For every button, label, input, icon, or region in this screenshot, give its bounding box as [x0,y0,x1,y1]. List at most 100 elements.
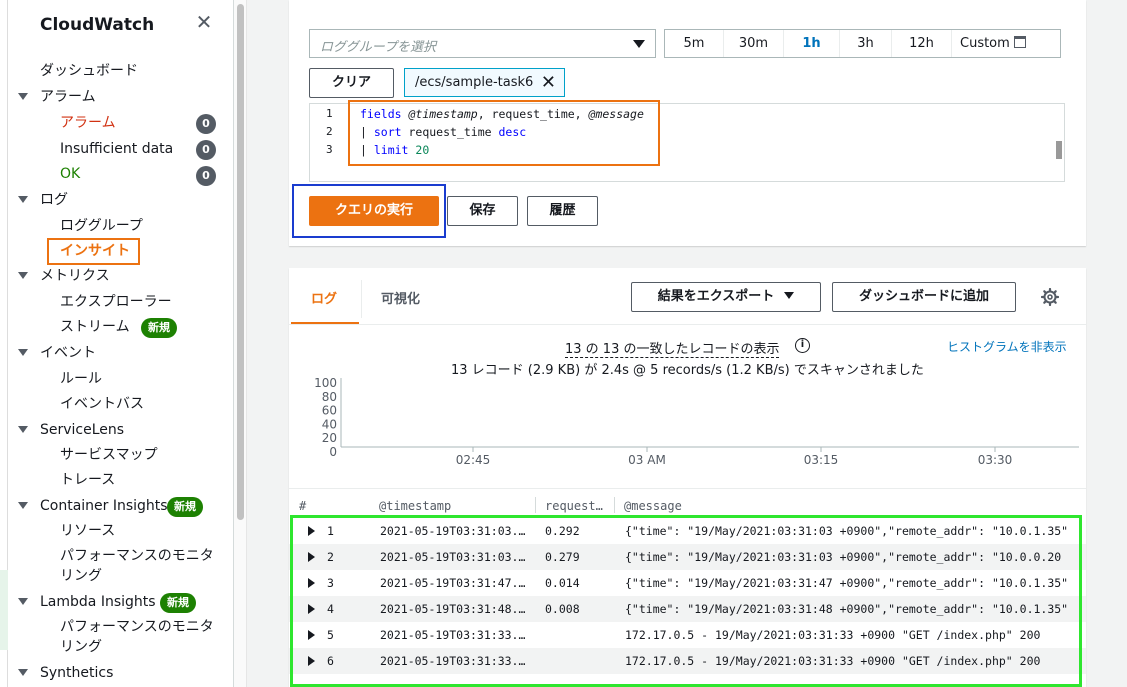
table-header: # @timestamp request… @message [289,488,1086,518]
column-resize-handle[interactable] [614,497,615,513]
export-results-button[interactable]: 結果をエクスポート [631,282,821,312]
sidebar-title: CloudWatch [40,15,155,35]
caret-down-icon[interactable] [18,272,28,279]
sidebar-section-alarm[interactable]: アラーム [40,88,96,106]
sidebar-item-resources[interactable]: リソース [60,522,115,540]
save-button[interactable]: 保存 [447,196,518,226]
selected-log-group-tag: /ecs/sample-task6 ✕ [404,68,565,97]
query-panel: ロググループを選択 5m 30m 1h 3h 12h Custom クリア /e… [289,0,1086,246]
caret-down-icon[interactable] [18,349,28,356]
sidebar-item-performance-monitoring[interactable]: パフォーマンスのモニタ [60,547,214,565]
time-option-custom[interactable]: Custom [952,30,1060,57]
sidebar: CloudWatch ✕ ダッシュボード アラーム アラーム 0 Insuffi… [8,0,234,687]
sidebar-section-logs[interactable]: ログ [40,191,68,209]
sidebar-item-alarm[interactable]: アラーム [60,114,116,132]
caret-down-icon[interactable] [18,669,28,676]
history-button[interactable]: 履歴 [527,196,598,226]
y-tick-label: 80 [322,390,337,404]
column-header-timestamp[interactable]: @timestamp [379,499,451,513]
query-highlight-box [348,100,660,166]
run-button-highlight-box [292,184,446,238]
x-tick-label: 02:45 [456,453,491,467]
sidebar-item-explorer[interactable]: エクスプローラー [60,293,172,311]
time-option-30m[interactable]: 30m [724,30,784,57]
y-tick-label: 100 [314,376,337,390]
line-number: 2 [326,125,333,138]
column-header-message[interactable]: @message [624,499,682,513]
sidebar-item-service-map[interactable]: サービスマップ [60,446,158,464]
tabs-divider [289,324,1086,325]
sidebar-item-lambda-performance-monitoring[interactable]: パフォーマンスのモニタ [60,618,214,636]
gear-icon[interactable] [1041,288,1059,306]
record-count-text[interactable]: 13 の 13 の一致したレコードの表示 [565,338,780,358]
dropdown-arrow-icon [633,40,645,48]
tab-divider [361,280,362,318]
tab-logs[interactable]: ログ [311,288,337,307]
column-header-index[interactable]: # [299,499,306,513]
sidebar-section-metrics[interactable]: メトリクス [40,267,110,285]
add-to-dashboard-button[interactable]: ダッシュボードに追加 [832,282,1016,312]
sidebar-item-insufficient[interactable]: Insufficient data [60,140,173,158]
background-page-edge-highlight [0,570,8,650]
x-tick-label: 03 AM [628,453,666,467]
y-tick-label: 60 [322,404,337,418]
sidebar-section-synthetics[interactable]: Synthetics [40,664,113,682]
time-range-selector: 5m 30m 1h 3h 12h Custom [664,29,1061,58]
tab-visualization[interactable]: 可視化 [381,288,420,307]
histogram-chart: 100806040200 02:45 03 AM 03:15 03:30 [314,376,1079,467]
new-badge: 新規 [160,593,196,613]
time-option-12h[interactable]: 12h [892,30,952,57]
selected-log-group-label: /ecs/sample-task6 [415,75,534,90]
remove-tag-icon[interactable]: ✕ [541,69,556,96]
sidebar-section-lambda-insights[interactable]: Lambda Insights [40,593,156,611]
sidebar-section-events[interactable]: イベント [40,344,96,362]
column-resize-handle[interactable] [535,497,536,513]
sidebar-section-servicelens[interactable]: ServiceLens [40,421,124,439]
y-tick-label: 20 [322,431,337,445]
info-icon[interactable]: i [795,338,810,353]
clear-button[interactable]: クリア [309,68,394,98]
sidebar-scrollbar[interactable] [237,4,244,520]
caret-down-icon[interactable] [18,196,28,203]
log-group-select[interactable]: ロググループを選択 [309,29,656,58]
time-option-3h[interactable]: 3h [840,30,892,57]
hide-histogram-link[interactable]: ヒストグラムを非表示 [947,338,1067,355]
line-number: 1 [326,107,333,120]
sidebar-item-event-bus[interactable]: イベントバス [60,395,144,413]
log-group-placeholder: ロググループを選択 [320,40,436,55]
time-option-5m[interactable]: 5m [665,30,724,57]
caret-down-icon[interactable] [18,93,28,100]
line-number: 3 [326,143,333,156]
calendar-icon [1013,36,1026,48]
results-highlight-box [290,515,1082,687]
sidebar-item-ok[interactable]: OK [60,165,80,183]
new-badge: 新規 [167,497,203,517]
editor-scrollbar[interactable] [1056,141,1062,159]
caret-down-icon[interactable] [18,598,28,605]
insights-highlight-box [47,238,140,265]
caret-down-icon[interactable] [18,502,28,509]
sidebar-item-lambda-performance-monitoring-cont[interactable]: リング [60,638,102,656]
custom-label: Custom [960,36,1010,51]
sidebar-item-performance-monitoring-cont[interactable]: リング [60,567,102,585]
time-option-1h[interactable]: 1h [784,30,840,57]
column-header-request-time[interactable]: request… [545,499,603,513]
y-tick-label: 0 [329,445,337,459]
sidebar-section-container-insights[interactable]: Container Insights [40,497,168,515]
sidebar-item-stream[interactable]: ストリーム [60,318,130,336]
new-badge: 新規 [141,318,177,338]
sidebar-item-log-groups[interactable]: ロググループ [60,217,143,235]
x-tick-label: 03:15 [804,453,839,467]
close-icon[interactable]: ✕ [194,12,214,32]
ok-count-badge: 0 [196,166,216,186]
sidebar-item-traces[interactable]: トレース [60,471,115,489]
sidebar-item-rules[interactable]: ルール [60,370,102,388]
x-tick-label: 03:30 [978,453,1013,467]
y-tick-label: 40 [322,417,337,431]
caret-down-icon[interactable] [18,426,28,433]
sidebar-item-dashboard[interactable]: ダッシュボード [40,62,138,80]
dropdown-arrow-icon [784,292,795,299]
alarm-count-badge: 0 [196,114,216,134]
export-label: 結果をエクスポート [657,289,775,304]
line-number-gutter: 1 2 3 [310,104,350,181]
